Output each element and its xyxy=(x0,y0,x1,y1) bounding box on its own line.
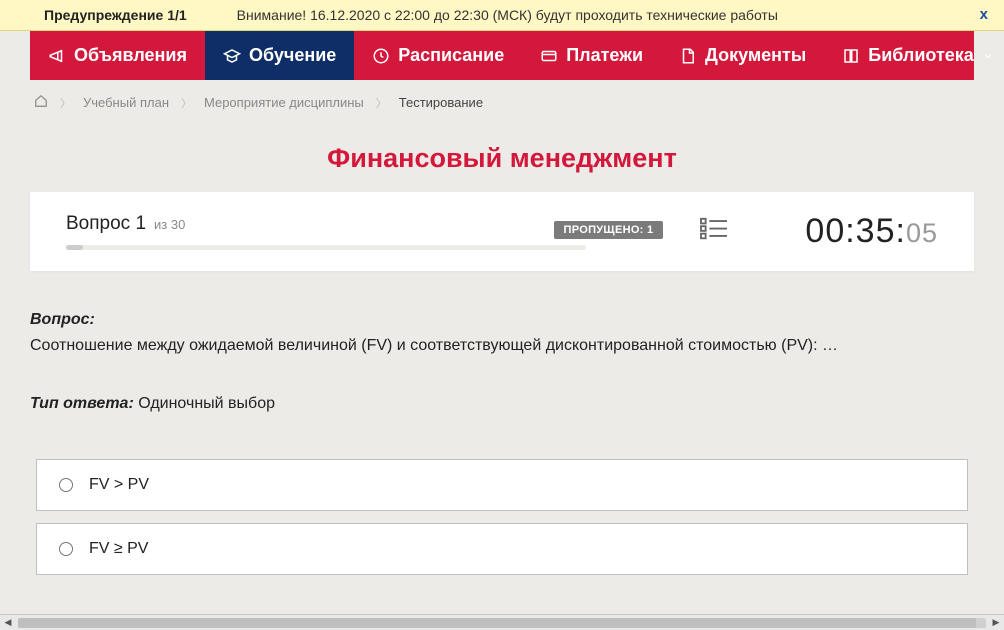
nav-announcements[interactable]: Объявления xyxy=(30,31,205,80)
skipped-badge: ПРОПУЩЕНО: 1 xyxy=(554,221,664,239)
nav-label: Платежи xyxy=(566,45,643,66)
answer-option[interactable]: FV ≥ PV xyxy=(36,523,968,575)
nav-label: Расписание xyxy=(398,45,504,66)
progress-fill xyxy=(66,245,83,250)
timer-main: 00:35: xyxy=(805,212,906,251)
answer-option[interactable]: FV > PV xyxy=(36,459,968,511)
timer-secs: 05 xyxy=(906,218,938,249)
main-nav: Объявления Обучение Расписание Платежи Д… xyxy=(30,31,974,80)
document-icon xyxy=(679,47,697,65)
warning-bar: Предупреждение 1/1 Внимание! 16.12.2020 … xyxy=(0,0,1004,31)
chevron-down-icon xyxy=(982,50,994,62)
question-label: Вопрос 1 xyxy=(66,213,146,235)
answer-radio[interactable] xyxy=(59,542,73,556)
nav-payments[interactable]: Платежи xyxy=(522,31,661,80)
card-icon xyxy=(540,47,558,65)
nav-label: Обучение xyxy=(249,45,336,66)
graduation-cap-icon xyxy=(223,47,241,65)
chevron-right-icon: 〉 xyxy=(376,95,387,111)
progress-bar xyxy=(66,245,586,250)
question-list-button[interactable] xyxy=(699,216,729,247)
nav-schedule[interactable]: Расписание xyxy=(354,31,522,80)
answer-type-label: Тип ответа: xyxy=(30,395,134,412)
nav-label: Объявления xyxy=(74,45,187,66)
timer: 00:35:05 xyxy=(805,212,938,251)
question-text: Соотношение между ожидаемой величиной (F… xyxy=(30,337,974,355)
nav-label: Документы xyxy=(705,45,806,66)
nav-education[interactable]: Обучение xyxy=(205,31,354,80)
warning-close-button[interactable]: x xyxy=(980,6,988,23)
home-icon[interactable] xyxy=(34,94,48,111)
nav-library[interactable]: Библиотека xyxy=(824,31,1004,80)
quiz-status-panel: Вопрос 1 из 30 ПРОПУЩЕНО: 1 00:35:05 xyxy=(30,192,974,271)
scrollbar-thumb[interactable] xyxy=(18,618,976,628)
answer-option-text: FV ≥ PV xyxy=(89,540,148,558)
horizontal-scrollbar[interactable]: ◀ ▶ xyxy=(0,614,1004,630)
clock-icon xyxy=(372,47,390,65)
question-content: Вопрос: Соотношение между ожидаемой вели… xyxy=(30,311,974,575)
chevron-right-icon: 〉 xyxy=(60,95,71,111)
breadcrumb: 〉 Учебный план 〉 Мероприятие дисциплины … xyxy=(0,80,1004,121)
scroll-left-icon[interactable]: ◀ xyxy=(2,617,14,628)
book-icon xyxy=(842,47,860,65)
warning-text: Внимание! 16.12.2020 с 22:00 до 22:30 (М… xyxy=(237,7,988,23)
page-title: Финансовый менеджмент xyxy=(0,143,1004,174)
crumb-curriculum[interactable]: Учебный план xyxy=(83,95,169,110)
nav-label: Библиотека xyxy=(868,45,974,66)
megaphone-icon xyxy=(48,47,66,65)
warning-label: Предупреждение 1/1 xyxy=(44,7,187,23)
crumb-event[interactable]: Мероприятие дисциплины xyxy=(204,95,364,110)
answer-option-text: FV > PV xyxy=(89,476,149,494)
answer-radio[interactable] xyxy=(59,478,73,492)
answer-type-value: Одиночный выбор xyxy=(134,395,275,412)
question-heading: Вопрос: xyxy=(30,311,95,328)
question-total: из 30 xyxy=(154,217,185,232)
chevron-right-icon: 〉 xyxy=(181,95,192,111)
scrollbar-track[interactable] xyxy=(18,618,986,628)
crumb-testing: Тестирование xyxy=(399,95,483,110)
nav-documents[interactable]: Документы xyxy=(661,31,824,80)
scroll-right-icon[interactable]: ▶ xyxy=(990,617,1002,628)
